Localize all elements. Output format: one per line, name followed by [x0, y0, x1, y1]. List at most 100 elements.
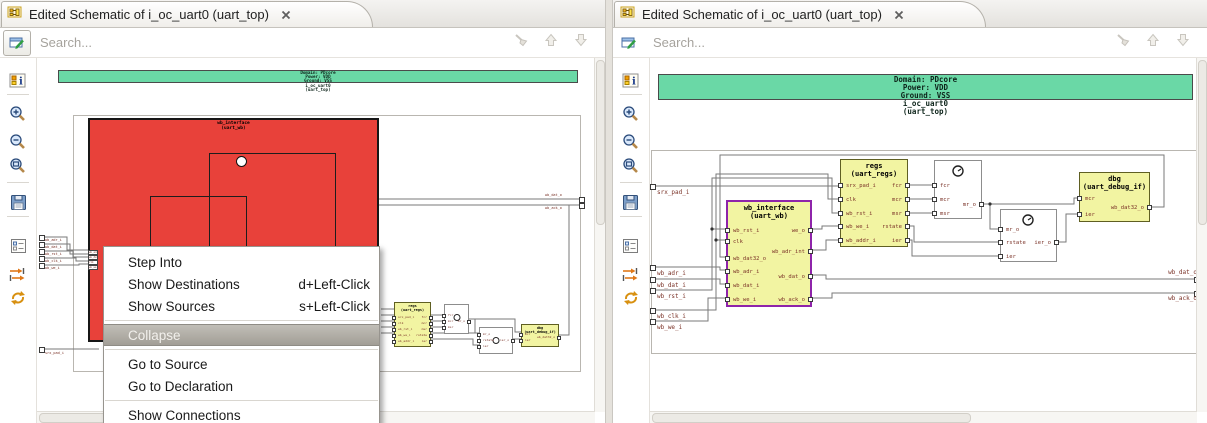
port[interactable]: wb_rst_i — [724, 228, 759, 234]
zoom-out-icon[interactable] — [621, 132, 641, 152]
port[interactable]: mr_o — [997, 227, 1019, 233]
port[interactable]: rstate — [882, 224, 910, 230]
block-regs[interactable]: regs (uart_regs) srx_pad_i clk wb_rst_i w… — [837, 159, 910, 247]
port[interactable]: wb_we_i — [837, 224, 869, 230]
expand-signals-icon[interactable] — [621, 264, 641, 284]
port: ier — [519, 339, 530, 343]
input-port[interactable] — [649, 288, 656, 294]
search-input[interactable] — [38, 34, 506, 51]
port[interactable]: wb_we_i — [724, 297, 756, 303]
close-icon[interactable] — [894, 10, 904, 20]
clear-search-icon[interactable] — [1115, 32, 1131, 53]
edit-window-icon[interactable] — [3, 29, 31, 56]
port[interactable]: wb_dat_o — [778, 274, 813, 280]
block-gate1[interactable]: fcr mcr msr mr_o — [442, 304, 471, 334]
menu-item-show-destinations[interactable]: Show Destinations d+Left-Click — [104, 273, 379, 295]
vertical-scrollbar[interactable] — [1196, 58, 1207, 412]
search-input[interactable] — [650, 34, 1108, 51]
scrollbar-thumb[interactable] — [651, 413, 972, 423]
toolbar-separator — [619, 94, 642, 95]
horizontal-scrollbar[interactable] — [649, 411, 1197, 423]
port[interactable]: ier_o — [1034, 240, 1059, 246]
port[interactable]: wb_dat_i — [724, 283, 759, 289]
close-icon[interactable] — [281, 10, 291, 20]
port[interactable]: wb_dat32_o — [1111, 205, 1152, 211]
input-port[interactable] — [649, 319, 656, 325]
pane-splitter[interactable] — [605, 0, 613, 423]
port[interactable]: fcr — [892, 183, 910, 189]
menu-item-go-to-source[interactable]: Go to Source — [104, 353, 379, 375]
zoom-fit-icon[interactable] — [8, 156, 28, 176]
clear-search-icon[interactable] — [513, 32, 529, 53]
next-match-icon[interactable] — [1175, 32, 1191, 53]
output-port[interactable] — [579, 203, 585, 209]
block-wb-interface[interactable]: wb_interface (uart_wb) wb_rst_i clk wb_da… — [724, 200, 813, 307]
port-label: wb_rst_i — [656, 293, 686, 300]
input-port[interactable] — [649, 265, 656, 271]
port[interactable]: ier — [892, 238, 910, 244]
scrollbar-thumb[interactable] — [1198, 60, 1207, 225]
port[interactable]: clk — [724, 239, 743, 245]
reload-icon[interactable] — [621, 288, 641, 308]
expand-signals-icon[interactable] — [8, 264, 28, 284]
side-toolbar-left: i — [0, 58, 37, 423]
scrollbar-thumb[interactable] — [596, 60, 605, 225]
tab-edited-schematic-left[interactable]: Edited Schematic of i_oc_uart0 (uart_top… — [1, 1, 373, 27]
port[interactable]: rstate — [997, 240, 1026, 246]
block-gate2[interactable]: mr_o rstate ier ier_o — [997, 209, 1059, 262]
port[interactable]: mcr — [892, 197, 910, 203]
tab-edited-schematic-right[interactable]: Edited Schematic of i_oc_uart0 (uart_top… — [613, 1, 986, 27]
port[interactable]: wb_addr_i — [837, 238, 876, 244]
zoom-in-icon[interactable] — [621, 104, 641, 124]
port[interactable]: srx_pad_i — [837, 183, 876, 189]
port: clk — [392, 322, 403, 326]
block-dbg[interactable]: dbg (uart_debug_if) mcr ier wb_dat32_o — [1076, 172, 1152, 222]
schematic-canvas-right[interactable]: Domain: PDcore Power: VDD Ground: VSS i_oc_… — [649, 58, 1207, 423]
edit-window-icon[interactable] — [616, 30, 644, 56]
reload-icon[interactable] — [8, 288, 28, 308]
block-gate2[interactable]: mr_o rstate ier ier_o — [477, 327, 515, 354]
input-port[interactable] — [649, 184, 656, 190]
zoom-fit-icon[interactable] — [621, 156, 641, 176]
port[interactable]: ier — [997, 254, 1016, 260]
port[interactable]: mcr — [1076, 196, 1095, 202]
options-icon[interactable] — [621, 236, 641, 256]
port[interactable]: wb_ack_o — [778, 297, 813, 303]
zoom-in-icon[interactable] — [8, 104, 28, 124]
save-icon[interactable] — [8, 192, 28, 212]
menu-item-show-sources[interactable]: Show Sources s+Left-Click — [104, 295, 379, 317]
port[interactable]: wb_rst_i — [837, 211, 872, 217]
menu-item-step-into[interactable]: Step Into — [104, 251, 379, 273]
input-port[interactable] — [649, 277, 656, 283]
port[interactable]: clk — [837, 197, 856, 203]
component-info-icon[interactable]: i — [8, 70, 28, 90]
port[interactable]: wb_dat32_o — [724, 256, 766, 262]
port[interactable]: msr — [892, 211, 910, 217]
next-match-icon[interactable] — [573, 32, 589, 53]
block-gate1[interactable]: fcr mcr msr mr_o — [931, 160, 984, 219]
previous-match-icon[interactable] — [1145, 32, 1161, 53]
port[interactable]: ier — [1076, 212, 1095, 218]
block-regs[interactable]: regs (uart_regs) srx_pad_i clk wb_rst_i w… — [392, 302, 433, 347]
port[interactable]: mcr — [931, 197, 950, 203]
port: mcr — [519, 333, 530, 337]
zoom-out-icon[interactable] — [8, 132, 28, 152]
vertical-scrollbar[interactable] — [594, 58, 605, 412]
port[interactable]: msr — [931, 211, 950, 217]
block-dbg[interactable]: dbg (uart_debug_if) mcr ier wb_dat32_o — [519, 324, 561, 347]
options-icon[interactable] — [8, 236, 28, 256]
menu-item-show-connections[interactable]: Show Connections — [104, 404, 379, 423]
previous-match-icon[interactable] — [543, 32, 559, 53]
menu-item-collapse[interactable]: Collapse — [104, 324, 379, 346]
menu-item-go-to-declaration[interactable]: Go to Declaration — [104, 375, 379, 397]
port[interactable]: mr_o — [963, 202, 984, 208]
save-icon[interactable] — [621, 192, 641, 212]
port[interactable]: fcr — [931, 183, 950, 189]
port[interactable]: we_o — [792, 228, 813, 234]
input-port[interactable] — [649, 308, 656, 314]
toolbar-separator — [619, 182, 642, 183]
port: fcr — [442, 314, 453, 318]
port[interactable]: wb_adr_i — [724, 269, 759, 275]
port[interactable]: wb_adr_int — [772, 249, 813, 255]
component-info-icon[interactable]: i — [621, 70, 641, 90]
